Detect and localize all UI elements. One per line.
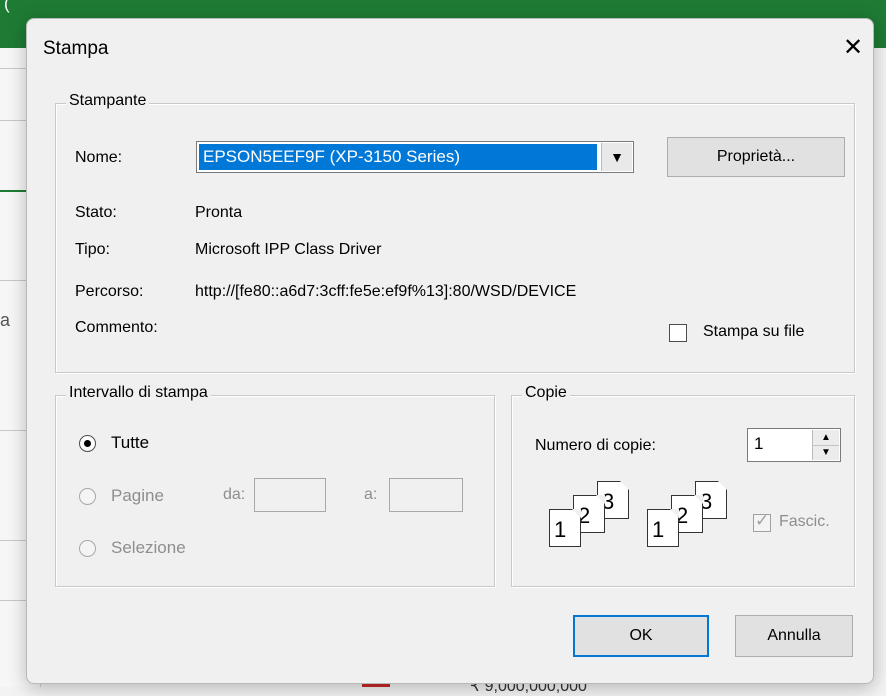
printer-group-legend: Stampante <box>66 92 150 110</box>
path-label: Percorso: <box>75 283 144 300</box>
from-label: da: <box>223 486 246 503</box>
comment-label: Commento: <box>75 319 158 336</box>
copies-count-label: Numero di copie: <box>535 437 656 454</box>
copies-stepper[interactable]: 1 ▲ ▼ <box>747 428 841 462</box>
collate-pages-illustration: 3 2 1 <box>537 481 637 565</box>
printer-name-label: Nome: <box>75 149 123 166</box>
background-sidebar-letter: a <box>0 310 11 330</box>
copies-legend: Copie <box>522 384 570 402</box>
path-value: http://[fe80::a6d7:3cff:fe5e:ef9f%13]:80… <box>195 283 577 300</box>
printer-select[interactable]: EPSON5EEF9F (XP-3150 Series) ▼ <box>196 141 634 173</box>
stepper-down-icon[interactable]: ▼ <box>813 445 839 460</box>
page-number: 1 <box>554 517 567 542</box>
print-dialog: Stampa ✕ Stampante Nome: EPSON5EEF9F (XP… <box>26 18 874 684</box>
print-to-file-label: Stampa su file <box>703 323 805 340</box>
print-range-legend: Intervallo di stampa <box>66 384 211 402</box>
radio-pages-label: Pagine <box>111 486 164 505</box>
page-icon: 1 <box>647 509 679 547</box>
radio-all[interactable] <box>79 435 96 452</box>
page-icon: 1 <box>549 509 581 547</box>
collate-label: Fascic. <box>779 513 830 530</box>
dialog-title: Stampa <box>43 38 109 59</box>
radio-selection-label: Selezione <box>111 538 186 557</box>
collate-pages-illustration: 3 2 1 <box>635 481 735 565</box>
to-page-input[interactable] <box>389 478 463 512</box>
ok-button[interactable]: OK <box>573 615 709 657</box>
from-page-input[interactable] <box>254 478 326 512</box>
cancel-button[interactable]: Annulla <box>735 615 853 657</box>
stepper-up-icon[interactable]: ▲ <box>813 430 839 446</box>
type-value: Microsoft IPP Class Driver <box>195 241 382 258</box>
chevron-down-icon[interactable]: ▼ <box>601 143 632 171</box>
radio-selection[interactable] <box>79 540 96 557</box>
stepper-buttons: ▲ ▼ <box>812 430 839 460</box>
status-value: Pronta <box>195 204 243 221</box>
radio-pages[interactable] <box>79 488 96 505</box>
type-label: Tipo: <box>75 241 110 258</box>
checkmark-icon: ✓ <box>755 511 770 530</box>
page-number: 1 <box>652 517 665 542</box>
print-to-file-checkbox[interactable] <box>669 324 687 342</box>
properties-button[interactable]: Proprietà... <box>667 137 845 177</box>
radio-all-label: Tutte <box>111 433 150 452</box>
to-label: a: <box>364 486 378 503</box>
close-icon[interactable]: ✕ <box>843 33 863 62</box>
status-label: Stato: <box>75 204 117 221</box>
printer-select-value: EPSON5EEF9F (XP-3150 Series) <box>199 144 597 170</box>
collate-checkbox[interactable]: ✓ <box>753 511 771 532</box>
copies-count-value: 1 <box>754 434 764 453</box>
background-caption: ( <box>4 0 10 13</box>
